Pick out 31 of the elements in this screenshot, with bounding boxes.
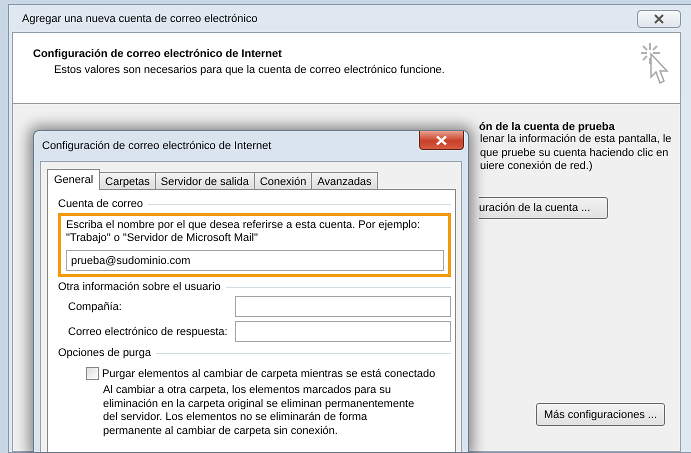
tab[interactable]: Servidor de salida xyxy=(154,172,255,190)
account-name-field[interactable]: prueba@sudominio.com xyxy=(66,250,444,271)
close-icon xyxy=(653,14,665,24)
group-label: Otra información sobre el usuario xyxy=(58,281,221,293)
instruction-text: Escriba el nombre por el que desea referirse a esta cuenta. Por ejemplo: "Trabajo" o "Servidor de Microsoft Mail" xyxy=(66,219,422,245)
header-subtitle: Estos valores son necesarios para que la cuenta de correo electrónico funcione. xyxy=(54,64,445,76)
field-label: Compañía: xyxy=(68,300,122,312)
window-title: Agregar una nueva cuenta de correo electrónico xyxy=(22,12,258,24)
tab[interactable]: General xyxy=(47,169,100,190)
more-settings-button[interactable]: Más configuraciones ... xyxy=(536,403,665,426)
checkbox-label: Purgar elementos al cambiar de carpeta mientras se está conectado xyxy=(102,368,436,380)
description-text: uiere conexión de red.) xyxy=(480,160,594,174)
description-text: Al cambiar a otra carpeta, los elementos marcados para su eliminación en la carpeta original se eliminan permanentemente del servidor. Los elementos no se eliminarán de forma permanente al cambiar de carpeta sin conexión. xyxy=(103,384,416,438)
close-icon xyxy=(435,134,448,146)
header-title: Configuración de correo electrónico de Internet xyxy=(33,48,283,60)
close-button[interactable] xyxy=(419,131,464,150)
test-settings-button[interactable]: uración de la cuenta ... xyxy=(479,196,608,218)
input-field[interactable] xyxy=(235,321,451,342)
input-field[interactable] xyxy=(235,296,451,317)
close-button[interactable] xyxy=(637,10,681,28)
checkbox[interactable] xyxy=(86,367,99,380)
section-heading: ón de la cuenta de prueba xyxy=(479,121,616,133)
field-label: Correo electrónico de respuesta: xyxy=(68,326,228,338)
tab[interactable]: Conexión xyxy=(254,172,312,190)
group-label: Cuenta de correo xyxy=(58,198,143,210)
description-text: que pruebe su cuenta haciendo clic en xyxy=(480,146,670,160)
tab[interactable]: Avanzadas xyxy=(311,172,378,190)
group-label: Opciones de purga xyxy=(58,347,151,359)
description-text: lenar la información de esta pantalla, le xyxy=(480,133,672,146)
tab[interactable]: Carpetas xyxy=(99,172,156,190)
dialog-title: Configuración de correo electrónico de Internet xyxy=(42,140,272,152)
